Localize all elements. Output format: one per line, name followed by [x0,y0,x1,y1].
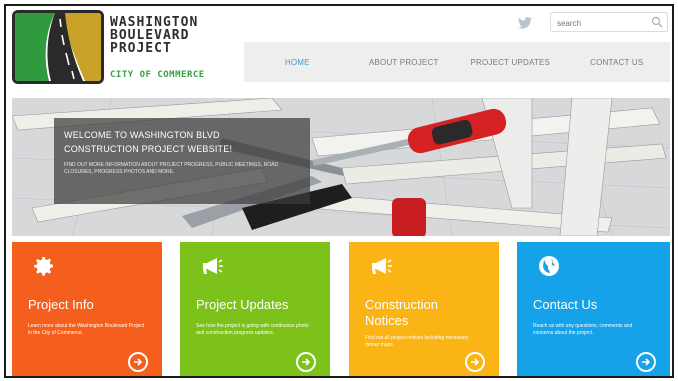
page-frame: WASHINGTON BOULEVARD PROJECT CITY OF COM… [4,4,674,378]
feature-tiles: Project Info Learn more about the Washin… [12,242,670,376]
tile-project-updates[interactable]: Project Updates See how the project is g… [180,242,330,376]
hero-title: WELCOME TO WASHINGTON BLVD CONSTRUCTION … [64,128,300,156]
twitter-icon[interactable] [518,16,532,29]
nav-project-updates[interactable]: PROJECT UPDATES [457,42,564,82]
logo-road-icon [15,13,101,81]
nav-home[interactable]: HOME [244,42,351,82]
tile-title: Contact Us [533,297,598,312]
logo-title-line-3: PROJECT [110,41,172,56]
search-box[interactable] [550,12,668,33]
nav-contact-us[interactable]: CONTACT US [564,42,671,82]
tile-description: See how the project is going with contin… [196,323,309,336]
arrow-right-icon[interactable] [636,352,656,372]
tile-description: Find out all project notices including n… [365,335,469,348]
arrow-right-icon[interactable] [465,352,485,372]
megaphone-icon [372,258,392,274]
tile-title: Project Info [28,297,94,312]
tile-description: Learn more about the Washington Boulevar… [28,323,145,336]
arrow-right-icon[interactable] [128,352,148,372]
arrow-right-icon[interactable] [296,352,316,372]
hero-title-line-1: WELCOME TO WASHINGTON BLVD [64,130,220,140]
hero-title-line-2: CONSTRUCTION PROJECT WEBSITE! [64,144,233,154]
logo-subtitle: CITY OF COMMERCE [110,70,205,80]
tile-construction-notices[interactable]: Construction Notices Find out all projec… [349,242,499,376]
logo[interactable] [12,10,104,84]
hero-welcome-box: WELCOME TO WASHINGTON BLVD CONSTRUCTION … [54,118,310,204]
main-nav: HOME ABOUT PROJECT PROJECT UPDATES CONTA… [244,42,670,82]
gear-icon [34,257,53,276]
tile-description: Reach us with any questions, comments an… [533,323,633,336]
tile-contact-us[interactable]: Contact Us Reach us with any questions, … [517,242,670,376]
hero-subtitle: FIND OUT MORE INFORMATION ABOUT PROJECT … [64,162,279,175]
tile-title: Project Updates [196,297,289,312]
tile-title: Construction Notices [365,297,438,328]
megaphone-icon [203,258,223,274]
globe-icon [539,256,559,276]
hero-banner: WELCOME TO WASHINGTON BLVD CONSTRUCTION … [12,98,670,236]
logo-title: WASHINGTON BOULEVARD PROJECT [110,16,198,55]
nav-about-project[interactable]: ABOUT PROJECT [351,42,458,82]
tile-project-info[interactable]: Project Info Learn more about the Washin… [12,242,162,376]
search-icon[interactable] [651,16,663,28]
search-input[interactable] [551,14,647,33]
